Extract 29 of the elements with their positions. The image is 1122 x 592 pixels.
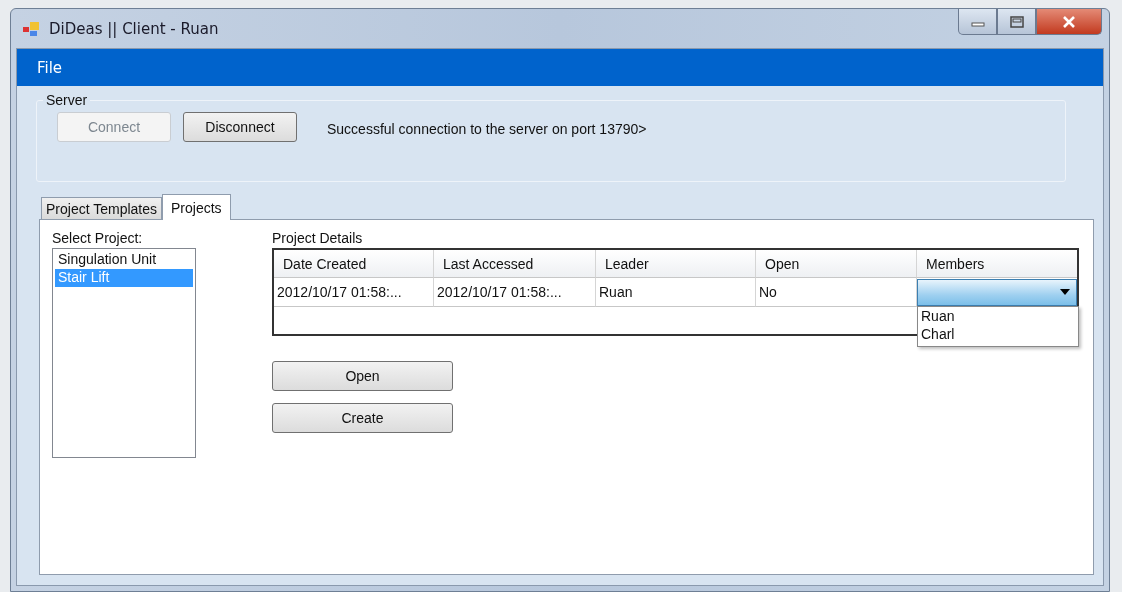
dropdown-option[interactable]: Charl xyxy=(918,326,1078,344)
table-cell: 2012/10/17 01:58:... xyxy=(274,278,434,307)
table-cell: Ruan xyxy=(596,278,756,307)
action-button[interactable]: Open xyxy=(272,361,453,391)
app-icon xyxy=(23,20,41,37)
list-item[interactable]: Singulation Unit xyxy=(55,251,193,269)
section-label: Project Details xyxy=(272,230,364,248)
column-header[interactable]: Open xyxy=(756,250,917,278)
close-icon xyxy=(1062,15,1076,28)
column-header[interactable]: Last Accessed xyxy=(434,250,596,278)
table-cell: 2012/10/17 01:58:... xyxy=(434,278,596,307)
close-button[interactable] xyxy=(1036,9,1102,35)
members-dropdown[interactable] xyxy=(917,278,1077,306)
maximize-icon xyxy=(1009,15,1024,28)
minimize-button[interactable] xyxy=(958,9,997,35)
status-message: Successful connection to the server on port 13790> xyxy=(327,121,647,137)
action-button[interactable]: Create xyxy=(272,403,453,433)
menu-item[interactable]: File xyxy=(37,58,63,77)
field-label: Select Project: xyxy=(52,230,144,248)
column-header[interactable]: Leader xyxy=(596,250,756,278)
tab[interactable]: Projects xyxy=(162,194,231,220)
caret-icon xyxy=(1060,289,1070,295)
disconnect-button[interactable]: Disconnect xyxy=(183,112,297,142)
window-title: DiDeas || Client - Ruan xyxy=(49,19,219,38)
column-header[interactable]: Date Created xyxy=(274,250,434,278)
group-label: Server xyxy=(45,92,89,108)
maximize-button[interactable] xyxy=(997,9,1036,35)
dropdown-option[interactable]: Ruan xyxy=(918,308,1078,326)
tab[interactable]: Project Templates xyxy=(41,197,162,219)
